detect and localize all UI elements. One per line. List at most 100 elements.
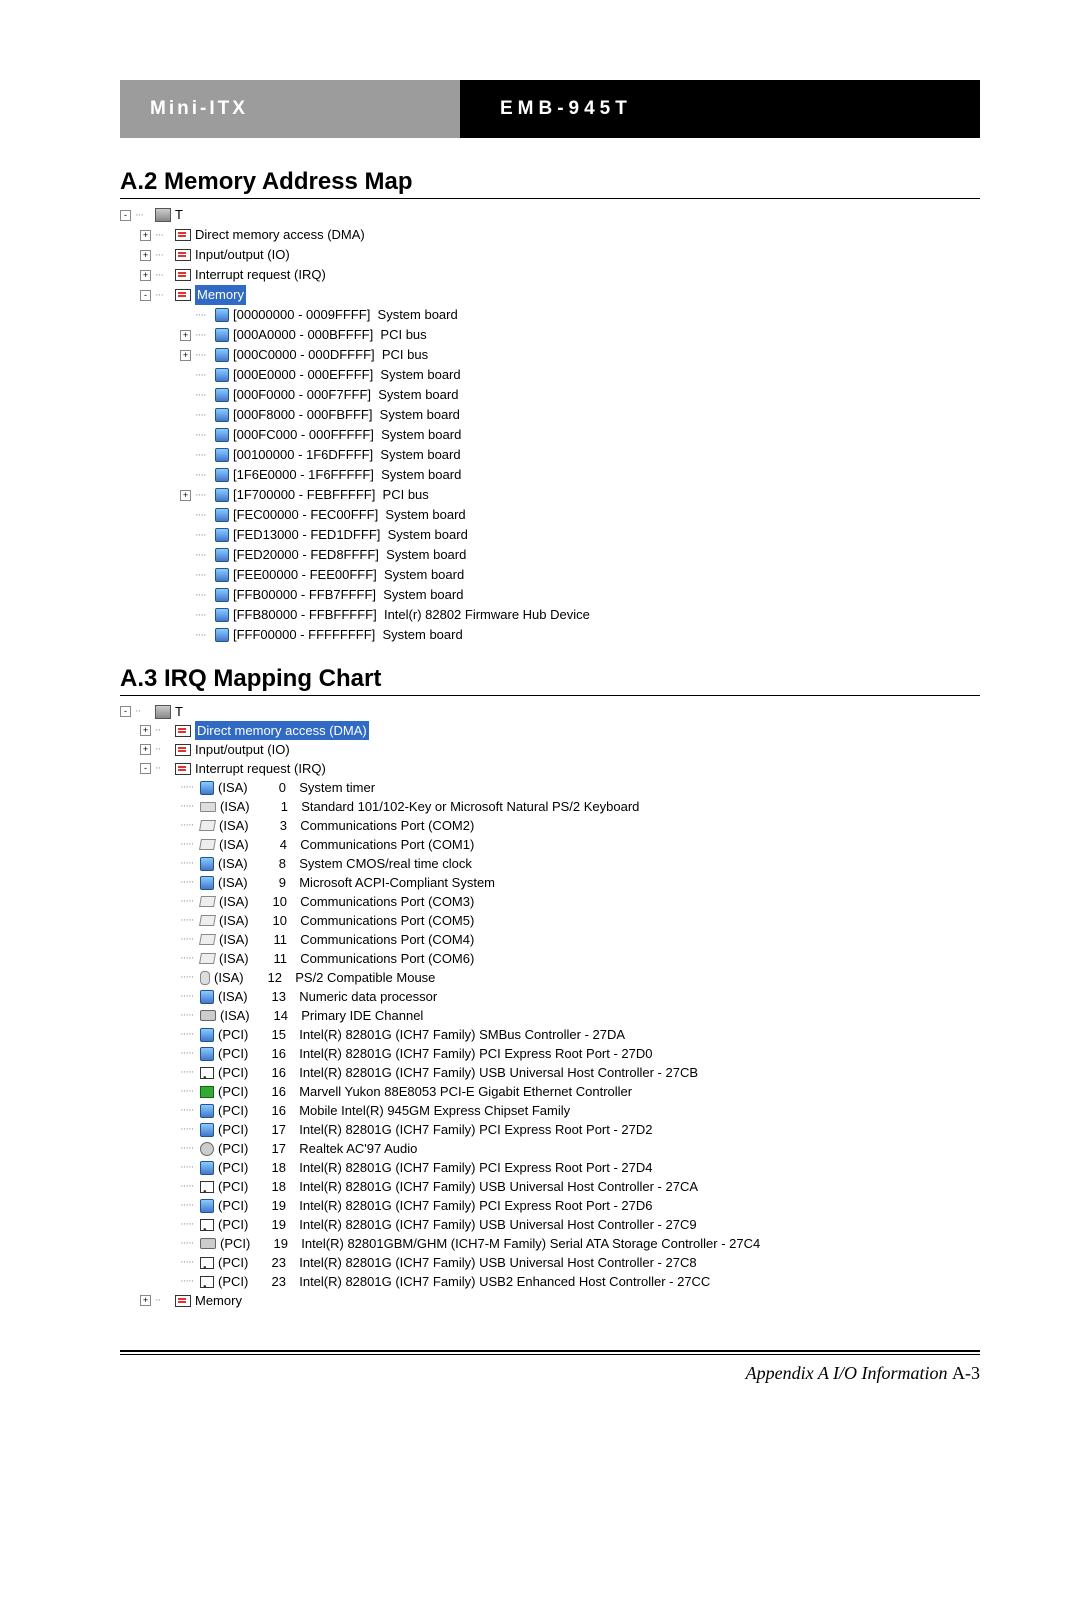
irq-item[interactable]: (ISA)4 Communications Port (COM1) [219,835,474,854]
irq-item[interactable]: (PCI)17 Realtek AC'97 Audio [218,1139,417,1158]
memory-range-icon [215,308,229,322]
irq-item[interactable]: (ISA)1 Standard 101/102-Key or Microsoft… [220,797,639,816]
memory-range-item[interactable]: [FFB00000 - FFB7FFFF] System board [233,585,463,605]
memory-range-item[interactable]: [000F0000 - 000F7FFF] System board [233,385,458,405]
irq-chart-tree: -··T+··Direct memory access (DMA)+··Inpu… [120,702,980,1310]
com-port-icon [199,953,216,964]
com-port-icon [199,934,216,945]
memory-range-item[interactable]: [FED20000 - FED8FFFF] System board [233,545,466,565]
footer-rule [120,1350,980,1355]
memory-range-item[interactable]: [FFB80000 - FFBFFFFF] Intel(r) 82802 Fir… [233,605,590,625]
memory-range-icon [215,548,229,562]
device-icon [200,1199,214,1213]
header-right: EMB-945T [460,80,980,138]
tree-expander-icon[interactable]: + [140,1295,151,1306]
tree-root[interactable]: T [175,205,183,225]
tree-root[interactable]: T [175,702,183,721]
tree-expander-icon[interactable]: + [140,744,151,755]
device-icon [200,857,214,871]
usb-icon [200,1067,214,1079]
tree-expander-icon[interactable]: + [180,330,191,341]
irq-item[interactable]: (PCI)18 Intel(R) 82801G (ICH7 Family) US… [218,1177,698,1196]
memory-range-item[interactable]: [FFF00000 - FFFFFFFF] System board [233,625,463,645]
memory-range-icon [215,448,229,462]
irq-item[interactable]: (ISA)11 Communications Port (COM4) [219,930,474,949]
tree-category-selected[interactable]: Direct memory access (DMA) [195,721,369,740]
tree-category[interactable]: Memory [195,1291,242,1310]
footer-text: Appendix A I/O Information [746,1363,948,1383]
memory-range-item[interactable]: [000E0000 - 000EFFFF] System board [233,365,461,385]
memory-range-item[interactable]: [1F6E0000 - 1F6FFFFF] System board [233,465,461,485]
tree-category[interactable]: Direct memory access (DMA) [195,225,365,245]
tree-expander-icon[interactable]: - [120,706,131,717]
device-icon [200,1104,214,1118]
irq-item[interactable]: (ISA)10 Communications Port (COM3) [219,892,474,911]
tree-category[interactable]: Input/output (IO) [195,740,290,759]
irq-item[interactable]: (ISA)14 Primary IDE Channel [220,1006,423,1025]
device-icon [200,876,214,890]
com-port-icon [199,896,216,907]
irq-item[interactable]: (PCI)16 Marvell Yukon 88E8053 PCI-E Giga… [218,1082,632,1101]
com-port-icon [199,915,216,926]
mouse-icon [200,971,210,985]
irq-item[interactable]: (PCI)16 Mobile Intel(R) 945GM Express Ch… [218,1101,570,1120]
irq-item[interactable]: (PCI)23 Intel(R) 82801G (ICH7 Family) US… [218,1253,697,1272]
tree-expander-icon[interactable]: + [180,350,191,361]
memory-map-tree: -···T+···Direct memory access (DMA)+···I… [120,205,980,645]
irq-item[interactable]: (ISA)11 Communications Port (COM6) [219,949,474,968]
tree-expander-icon[interactable]: - [140,763,151,774]
tree-category-selected[interactable]: Memory [195,285,246,305]
tree-expander-icon[interactable]: + [180,490,191,501]
irq-item[interactable]: (ISA)3 Communications Port (COM2) [219,816,474,835]
header-left: Mini-ITX [120,80,460,138]
device-icon [200,1028,214,1042]
memory-range-icon [215,468,229,482]
memory-range-item[interactable]: [00100000 - 1F6DFFFF] System board [233,445,461,465]
irq-item[interactable]: (PCI)19 Intel(R) 82801G (ICH7 Family) US… [218,1215,697,1234]
keyboard-icon [200,802,216,812]
tree-category[interactable]: Interrupt request (IRQ) [195,759,326,778]
irq-item[interactable]: (PCI)16 Intel(R) 82801G (ICH7 Family) US… [218,1063,698,1082]
irq-item[interactable]: (ISA)13 Numeric data processor [218,987,437,1006]
usb-icon [200,1276,214,1288]
memory-range-icon [215,588,229,602]
irq-item[interactable]: (ISA)8 System CMOS/real time clock [218,854,472,873]
irq-item[interactable]: (ISA)9 Microsoft ACPI-Compliant System [218,873,495,892]
irq-item[interactable]: (ISA)12 PS/2 Compatible Mouse [214,968,435,987]
memory-range-icon [215,408,229,422]
tree-expander-icon[interactable]: + [140,725,151,736]
computer-icon [155,705,171,719]
irq-item[interactable]: (PCI)15 Intel(R) 82801G (ICH7 Family) SM… [218,1025,625,1044]
category-icon [175,1295,191,1307]
tree-category[interactable]: Interrupt request (IRQ) [195,265,326,285]
usb-icon [200,1219,214,1231]
memory-range-icon [215,568,229,582]
irq-item[interactable]: (PCI)18 Intel(R) 82801G (ICH7 Family) PC… [218,1158,653,1177]
tree-category[interactable]: Input/output (IO) [195,245,290,265]
memory-range-item[interactable]: [000F8000 - 000FBFFF] System board [233,405,460,425]
tree-expander-icon[interactable]: + [140,230,151,241]
memory-range-item[interactable]: [000A0000 - 000BFFFF] PCI bus [233,325,427,345]
irq-item[interactable]: (PCI)19 Intel(R) 82801G (ICH7 Family) PC… [218,1196,653,1215]
irq-item[interactable]: (PCI)17 Intel(R) 82801G (ICH7 Family) PC… [218,1120,653,1139]
memory-range-item[interactable]: [1F700000 - FEBFFFFF] PCI bus [233,485,429,505]
page-footer: Appendix A I/O Information A-3 [120,1363,980,1384]
tree-expander-icon[interactable]: + [140,250,151,261]
memory-range-item[interactable]: [00000000 - 0009FFFF] System board [233,305,458,325]
usb-icon [200,1181,214,1193]
category-icon [175,269,191,281]
tree-expander-icon[interactable]: - [120,210,131,221]
irq-item[interactable]: (PCI)23 Intel(R) 82801G (ICH7 Family) US… [218,1272,710,1291]
memory-range-item[interactable]: [000FC000 - 000FFFFF] System board [233,425,461,445]
irq-item[interactable]: (PCI)16 Intel(R) 82801G (ICH7 Family) PC… [218,1044,653,1063]
tree-expander-icon[interactable]: + [140,270,151,281]
memory-range-item[interactable]: [FED13000 - FED1DFFF] System board [233,525,468,545]
irq-item[interactable]: (ISA)0 System timer [218,778,375,797]
tree-expander-icon[interactable]: - [140,290,151,301]
irq-item[interactable]: (ISA)10 Communications Port (COM5) [219,911,474,930]
memory-range-item[interactable]: [000C0000 - 000DFFFF] PCI bus [233,345,428,365]
memory-range-icon [215,328,229,342]
irq-item[interactable]: (PCI)19 Intel(R) 82801GBM/GHM (ICH7-M Fa… [220,1234,760,1253]
memory-range-item[interactable]: [FEC00000 - FEC00FFF] System board [233,505,466,525]
memory-range-item[interactable]: [FEE00000 - FEE00FFF] System board [233,565,464,585]
